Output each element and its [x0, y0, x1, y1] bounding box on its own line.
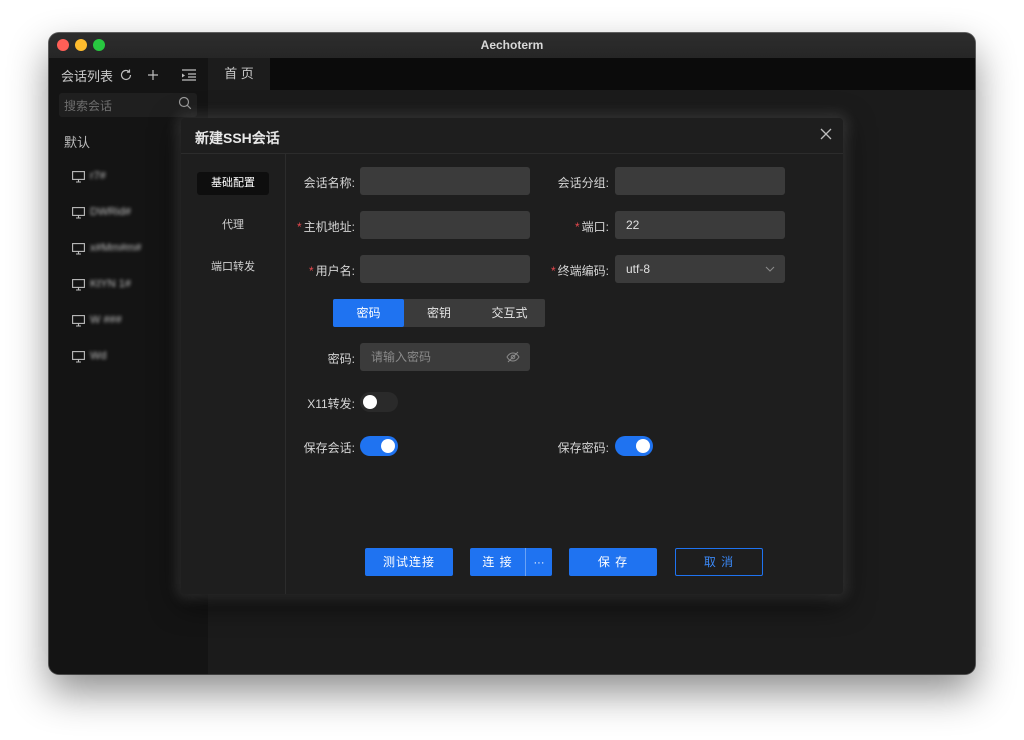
- close-icon[interactable]: [819, 127, 833, 141]
- required-mark: *: [550, 264, 556, 278]
- auth-tab-interactive[interactable]: 交互式: [474, 299, 545, 327]
- monitor-icon: [72, 207, 85, 219]
- search-icon[interactable]: [177, 95, 193, 111]
- port-input[interactable]: 22: [615, 211, 785, 239]
- tab-bar: 首 页: [208, 58, 975, 90]
- session-name-input[interactable]: [360, 167, 530, 195]
- required-mark: *: [574, 220, 580, 234]
- save-session-label: 保存会话:: [303, 441, 355, 455]
- port-label: * 端口:: [574, 220, 609, 234]
- connect-label: 连 接: [482, 555, 513, 569]
- monitor-icon: [72, 279, 85, 291]
- x11-forward-toggle[interactable]: [360, 392, 398, 412]
- connect-button[interactable]: 连 接 ···: [470, 548, 552, 576]
- auth-method-switch: 密码 密钥 交互式: [333, 299, 545, 327]
- connect-more-button[interactable]: ···: [525, 548, 552, 576]
- add-session-icon[interactable]: [147, 66, 159, 85]
- monitor-icon: [72, 315, 85, 327]
- cancel-button[interactable]: 取 消: [675, 548, 763, 576]
- encoding-value: utf-8: [626, 262, 651, 276]
- session-name-label: 会话名称:: [303, 176, 355, 190]
- toggle-knob: [363, 395, 377, 409]
- monitor-icon: [72, 171, 85, 183]
- encoding-select[interactable]: utf-8: [615, 255, 785, 283]
- collapse-menu-icon[interactable]: [181, 66, 197, 86]
- dialog-title: 新建SSH会话: [195, 130, 280, 146]
- auth-tab-key[interactable]: 密钥: [404, 299, 474, 327]
- test-connection-button[interactable]: 测试连接: [365, 548, 453, 576]
- session-name: Wd: [90, 350, 107, 362]
- username-label: * 用户名:: [308, 264, 355, 278]
- more-icon: ···: [533, 557, 545, 569]
- save-password-toggle[interactable]: [615, 436, 653, 456]
- password-label: 密码:: [327, 352, 355, 366]
- monitor-icon: [72, 243, 85, 255]
- save-password-label: 保存密码:: [557, 441, 609, 455]
- toggle-knob: [636, 439, 650, 453]
- session-name: x#Mm#m#: [90, 242, 142, 254]
- session-search-input[interactable]: 搜索会话: [59, 93, 197, 117]
- side-menu-proxy[interactable]: 代理: [197, 214, 269, 237]
- host-label: * 主机地址:: [296, 220, 355, 234]
- required-mark: *: [296, 220, 302, 234]
- toggle-knob: [381, 439, 395, 453]
- refresh-icon[interactable]: [119, 66, 133, 86]
- new-ssh-session-dialog: 新建SSH会话 基础配置 代理 端口转发 会话名称: 会话分组: * 主机地址: …: [181, 118, 843, 594]
- password-placeholder: 请输入密码: [371, 350, 432, 364]
- required-mark: *: [308, 264, 314, 278]
- auth-tab-password[interactable]: 密码: [333, 299, 404, 327]
- username-input[interactable]: [360, 255, 530, 283]
- session-group-default[interactable]: 默认: [64, 132, 90, 151]
- search-placeholder: 搜索会话: [64, 99, 113, 113]
- dialog-side-menu: 基础配置 代理 端口转发: [181, 154, 286, 594]
- x11-forward-label: X11转发:: [307, 397, 355, 411]
- tab-home[interactable]: 首 页: [208, 58, 270, 90]
- window-title: Aechoterm: [480, 38, 544, 52]
- sidebar-header: 会话列表: [61, 66, 200, 84]
- title-bar: Aechoterm: [49, 33, 975, 59]
- session-name: W ###: [90, 314, 122, 326]
- port-value: 22: [626, 218, 640, 232]
- session-name: r7#: [90, 170, 106, 182]
- session-name: KtYN 1#: [90, 278, 131, 290]
- session-group-label: 会话分组:: [557, 176, 609, 190]
- side-menu-port-forward[interactable]: 端口转发: [197, 256, 269, 279]
- side-menu-basic-config[interactable]: 基础配置: [197, 172, 269, 195]
- password-input[interactable]: 请输入密码: [360, 343, 530, 371]
- chevron-down-icon: [765, 266, 775, 272]
- save-session-toggle[interactable]: [360, 436, 398, 456]
- save-button[interactable]: 保 存: [569, 548, 657, 576]
- session-group-select[interactable]: [615, 167, 785, 195]
- session-name: DWRid#: [90, 206, 131, 218]
- app-window: Aechoterm 会话列表 搜索会话 默认 r7# DWRid# x#Mm#m…: [49, 33, 975, 674]
- encoding-label: * 终端编码:: [550, 264, 609, 278]
- eye-hidden-icon[interactable]: [506, 351, 520, 363]
- monitor-icon: [72, 351, 85, 363]
- host-input[interactable]: [360, 211, 530, 239]
- sidebar-title: 会话列表: [61, 69, 114, 84]
